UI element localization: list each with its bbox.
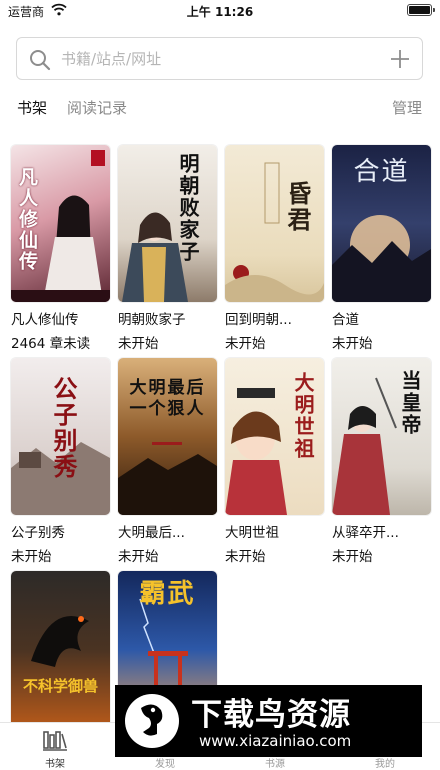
book-status: 未开始 bbox=[332, 336, 373, 352]
book-cover[interactable]: 昏君 bbox=[225, 145, 324, 302]
book-item[interactable]: 明朝败家子 明朝败家子 未开始 bbox=[118, 145, 217, 352]
book-title: 回到明朝... bbox=[225, 312, 292, 328]
book-item[interactable]: 大明最后一个狠人 大明最后... 未开始 bbox=[118, 358, 217, 565]
book-item[interactable]: 当皇帝 从驿卒开... 未开始 bbox=[332, 358, 431, 565]
book-status: 未开始 bbox=[332, 549, 373, 565]
nav-label: 书源 bbox=[265, 759, 285, 770]
cover-title: 霸武 bbox=[139, 579, 196, 609]
cover-title: 合道 bbox=[353, 157, 410, 187]
book-item[interactable]: 不科学御兽 bbox=[11, 571, 110, 728]
book-status: 未开始 bbox=[225, 549, 266, 565]
battery-icon bbox=[407, 4, 435, 16]
tab-reading-history[interactable]: 阅读记录 bbox=[67, 97, 127, 118]
book-title: 大明最后... bbox=[118, 525, 185, 541]
book-title: 大明世祖 bbox=[225, 525, 279, 541]
book-status: 未开始 bbox=[11, 549, 52, 565]
book-cover[interactable]: 大明世祖 bbox=[225, 358, 324, 515]
book-item[interactable]: 合道 合道 未开始 bbox=[332, 145, 431, 352]
status-time: 上午 11:26 bbox=[186, 5, 254, 19]
nav-bookshelf[interactable]: 书架 bbox=[0, 723, 110, 770]
nav-label: 我的 bbox=[375, 759, 395, 770]
bookshelf-icon bbox=[43, 731, 67, 751]
watermark-title: 下载鸟资源 bbox=[191, 697, 351, 733]
book-status: 未开始 bbox=[225, 336, 266, 352]
cover-art bbox=[122, 212, 188, 302]
book-title: 合道 bbox=[332, 312, 359, 328]
tab-bookshelf[interactable]: 书架 bbox=[17, 97, 47, 118]
book-title: 明朝败家子 bbox=[118, 312, 186, 328]
book-cover[interactable]: 合道 bbox=[332, 145, 431, 302]
status-bar: 运营商 上午 11:26 bbox=[0, 0, 440, 22]
cover-title: 凡人修仙传 bbox=[16, 167, 38, 272]
add-icon[interactable] bbox=[390, 49, 410, 69]
search-icon bbox=[30, 50, 51, 71]
search-bar[interactable] bbox=[16, 37, 423, 80]
watermark-banner: 下载鸟资源 www.xiazainiao.com bbox=[115, 685, 422, 757]
manage-button[interactable]: 管理 bbox=[392, 97, 422, 118]
book-item[interactable]: 大明世祖 大明世祖 未开始 bbox=[225, 358, 324, 565]
nav-label: 发现 bbox=[155, 759, 175, 770]
cover-title: 公子别秀 bbox=[49, 376, 78, 480]
book-cover[interactable]: 大明最后一个狠人 bbox=[118, 358, 217, 515]
book-item[interactable]: 公子别秀 公子别秀 未开始 bbox=[11, 358, 110, 565]
cover-title: 不科学御兽 bbox=[22, 677, 98, 695]
book-item[interactable]: 昏君 回到明朝... 未开始 bbox=[225, 145, 324, 352]
book-title: 凡人修仙传 bbox=[11, 312, 79, 328]
nav-label: 书架 bbox=[45, 759, 65, 770]
book-status: 未开始 bbox=[118, 336, 159, 352]
cover-title: 昏君 bbox=[283, 181, 312, 233]
book-cover[interactable]: 明朝败家子 bbox=[118, 145, 217, 302]
cover-title: 当皇帝 bbox=[398, 370, 422, 436]
book-status: 未开始 bbox=[118, 549, 159, 565]
book-cover[interactable]: 公子别秀 bbox=[11, 358, 110, 515]
book-item[interactable]: 凡人修仙传 凡人修仙传 2464 章未读 bbox=[11, 145, 110, 352]
cover-title: 大明世祖 bbox=[291, 372, 315, 460]
book-title: 从驿卒开... bbox=[332, 525, 399, 541]
book-status: 2464 章未读 bbox=[11, 336, 91, 352]
watermark-url: www.xiazainiao.com bbox=[199, 732, 352, 750]
book-cover[interactable]: 不科学御兽 bbox=[11, 571, 110, 728]
cover-art bbox=[31, 616, 89, 667]
cover-title: 大明最后一个狠人 bbox=[129, 378, 206, 420]
book-title: 公子别秀 bbox=[11, 525, 65, 541]
book-cover[interactable]: 当皇帝 bbox=[332, 358, 431, 515]
cover-title: 明朝败家子 bbox=[176, 153, 200, 263]
book-cover[interactable]: 凡人修仙传 bbox=[11, 145, 110, 302]
search-input[interactable] bbox=[61, 47, 361, 71]
bird-logo-icon bbox=[125, 694, 179, 748]
